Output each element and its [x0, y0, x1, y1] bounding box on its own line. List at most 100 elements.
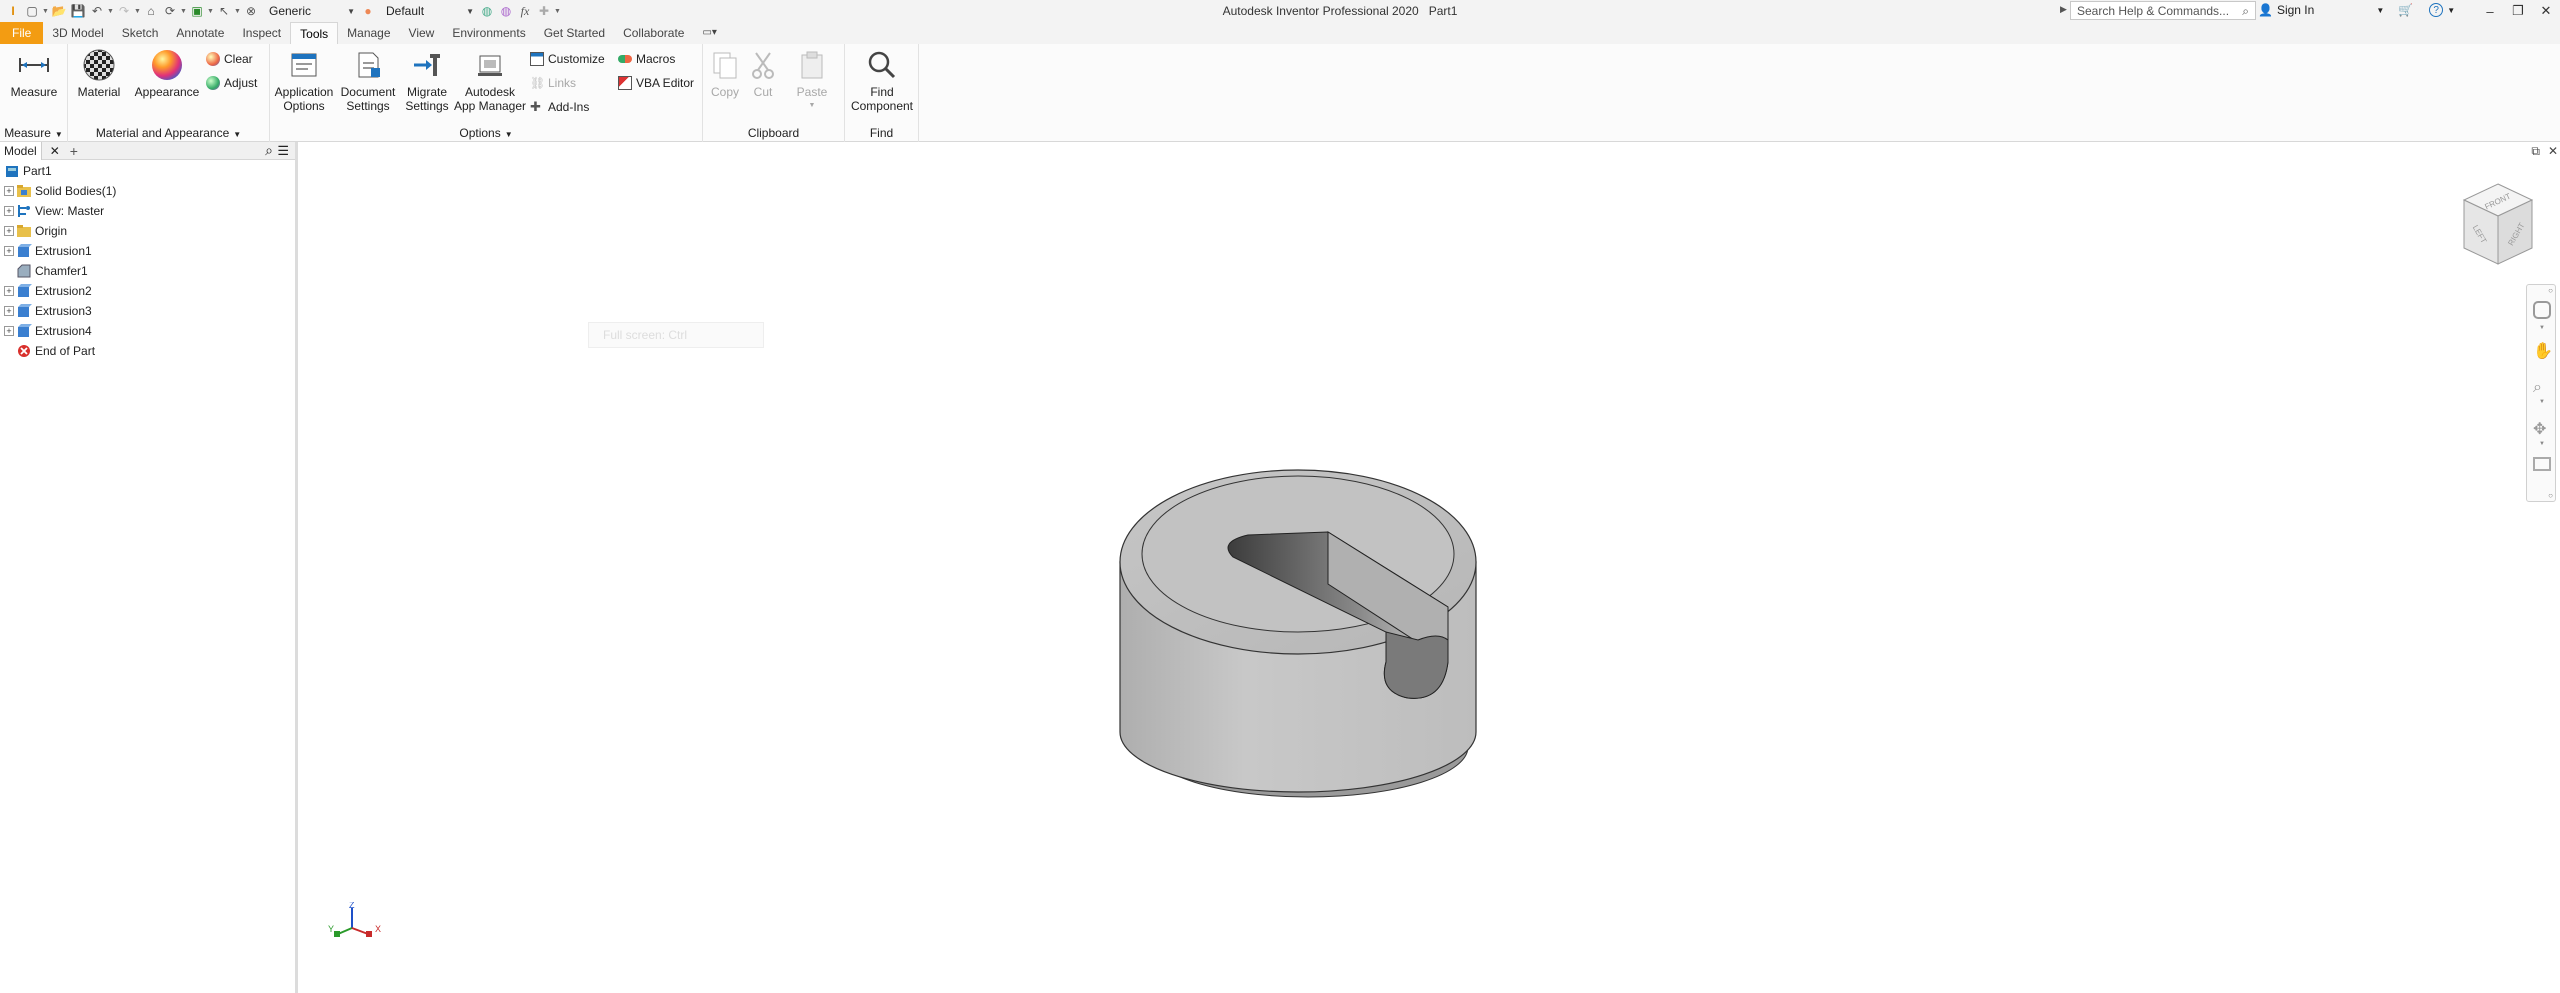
expand-icon[interactable]: + [4, 306, 14, 316]
tab-file[interactable]: File [0, 22, 44, 44]
macros-button[interactable]: Macros [618, 50, 675, 68]
update-dropdown-icon[interactable]: ▼ [180, 8, 188, 15]
help-icon[interactable]: ? [2429, 3, 2444, 17]
expand-icon[interactable]: + [4, 246, 14, 256]
add-ins-button[interactable]: ✚ Add-Ins [530, 98, 589, 116]
tree-item-extrusion4[interactable]: + Extrusion4 [4, 322, 92, 340]
links-button[interactable]: ⛓ Links [530, 74, 576, 92]
cut-button[interactable]: Cut [743, 48, 783, 99]
search-icon[interactable]: ⌕ [265, 142, 273, 159]
sign-in-button[interactable]: 👤 Sign In ▼ 🛒 ? ▼ [2258, 3, 2455, 17]
tab-view[interactable]: View [400, 22, 444, 44]
document-settings-button[interactable]: Document Settings [336, 48, 400, 113]
copy-button[interactable]: Copy [705, 48, 745, 99]
home-icon[interactable]: ⌂ [142, 2, 160, 20]
tree-item-chamfer1[interactable]: Chamfer1 [4, 262, 88, 280]
return-dropdown-icon[interactable]: ▼ [207, 8, 215, 15]
fx-parameters-icon[interactable]: fx [516, 2, 534, 20]
tree-item-end-of-part[interactable]: End of Part [4, 342, 95, 360]
chevron-down-icon[interactable]: ▼ [2376, 6, 2384, 15]
add-browser-tab-icon[interactable]: + [70, 143, 78, 159]
tab-manage[interactable]: Manage [338, 22, 399, 44]
return-icon[interactable]: ▣ [188, 2, 206, 20]
restore-icon[interactable]: ❐ [2504, 0, 2532, 22]
find-component-button[interactable]: Find Component [847, 48, 917, 113]
tree-item-part1[interactable]: Part1 [4, 162, 52, 180]
save-icon[interactable]: 💾 [69, 2, 87, 20]
search-expand-icon[interactable]: ▶ [2060, 4, 2067, 15]
customize-qat-icon[interactable]: ▼ [554, 8, 562, 15]
minimize-icon[interactable]: – [2476, 0, 2504, 22]
3d-model-part[interactable] [1118, 462, 1498, 825]
measure-button[interactable]: Measure [6, 48, 62, 99]
expand-icon[interactable]: + [4, 186, 14, 196]
app-manager-button[interactable]: Autodesk App Manager [452, 48, 528, 113]
tab-sketch[interactable]: Sketch [113, 22, 168, 44]
tree-item-view-master[interactable]: + View: Master [4, 202, 104, 220]
measure-panel-label[interactable]: Measure ▼ [0, 126, 67, 140]
adjust-button[interactable]: Adjust [206, 74, 257, 92]
new-dropdown-icon[interactable]: ▼ [42, 8, 50, 15]
close-icon[interactable]: ✕ [2548, 144, 2558, 159]
tab-get-started[interactable]: Get Started [535, 22, 614, 44]
new-icon[interactable]: ▢ [23, 2, 41, 20]
orbit-icon[interactable]: ✥ [2533, 419, 2546, 439]
add-icon[interactable]: ✚ [535, 2, 553, 20]
close-icon[interactable]: ✕ [50, 144, 60, 158]
undo-icon[interactable]: ↶ [88, 2, 106, 20]
ribbon-display-options-icon[interactable]: ▭▾ [693, 22, 725, 44]
open-icon[interactable]: 📂 [50, 2, 68, 20]
redo-icon[interactable]: ↷ [115, 2, 133, 20]
application-options-button[interactable]: Application Options [272, 48, 336, 113]
navbar-close-icon[interactable]: ○ [2548, 286, 2553, 295]
select-icon[interactable]: ↖ [215, 2, 233, 20]
appearance-combo[interactable]: Default ▼ [382, 3, 478, 20]
graphics-viewport[interactable]: ⧉ ✕ Full screen: Ctrl FRONT RIGHT LEFT ○… [298, 142, 2560, 993]
chevron-down-icon[interactable]: ▼ [2539, 441, 2545, 447]
tab-3d-model[interactable]: 3D Model [43, 22, 112, 44]
expand-icon[interactable]: + [4, 226, 14, 236]
redo-dropdown-icon[interactable]: ▼ [134, 8, 142, 15]
paste-button[interactable]: Paste ▼ [789, 48, 835, 113]
appearance-button[interactable]: Appearance [132, 48, 202, 99]
tab-environments[interactable]: Environments [443, 22, 534, 44]
zoom-icon[interactable]: ⌕ [2533, 379, 2542, 397]
tab-collaborate[interactable]: Collaborate [614, 22, 693, 44]
material-button[interactable]: Material [72, 48, 126, 99]
search-input[interactable]: Search Help & Commands... ⌕ [2070, 1, 2256, 20]
customize-button[interactable]: Customize [530, 50, 605, 68]
tab-tools[interactable]: Tools [290, 22, 339, 44]
tree-item-extrusion3[interactable]: + Extrusion3 [4, 302, 92, 320]
chevron-down-icon[interactable]: ▼ [2447, 6, 2455, 15]
expand-icon[interactable]: + [4, 326, 14, 336]
vba-editor-button[interactable]: VBA Editor [618, 74, 694, 92]
menu-icon[interactable]: ☰ [277, 143, 289, 159]
customize-navbar-icon[interactable]: ○ [2548, 491, 2553, 500]
tree-item-solid-bodies[interactable]: + Solid Bodies(1) [4, 182, 116, 200]
adjust-appearance-icon[interactable]: ◍ [478, 2, 496, 20]
clear-button[interactable]: Clear [206, 50, 253, 68]
inventor-logo-icon[interactable]: I [4, 2, 22, 20]
tab-annotate[interactable]: Annotate [167, 22, 233, 44]
material-combo[interactable]: Generic ▼ [265, 3, 359, 20]
select-dropdown-icon[interactable]: ▼ [234, 8, 242, 15]
tree-item-origin[interactable]: + Origin [4, 222, 67, 240]
chevron-down-icon[interactable]: ▼ [2539, 325, 2545, 331]
clear-appearance-icon[interactable]: ◍ [497, 2, 515, 20]
undo-dropdown-icon[interactable]: ▼ [107, 8, 115, 15]
tree-item-extrusion1[interactable]: + Extrusion1 [4, 242, 92, 260]
cart-icon[interactable]: 🛒 [2398, 3, 2413, 17]
options-panel-label[interactable]: Options ▼ [270, 126, 702, 140]
full-navigation-wheel-icon[interactable] [2533, 301, 2551, 319]
migrate-settings-button[interactable]: Migrate Settings [400, 48, 454, 113]
material-appearance-panel-label[interactable]: Material and Appearance ▼ [68, 126, 269, 140]
tree-item-extrusion2[interactable]: + Extrusion2 [4, 282, 92, 300]
pan-hand-icon[interactable]: ✋ [2533, 341, 2553, 361]
viewcube[interactable]: FRONT RIGHT LEFT [2458, 182, 2538, 271]
tab-model[interactable]: Model [0, 141, 42, 160]
expand-icon[interactable]: + [4, 206, 14, 216]
update-icon[interactable]: ⟳ [161, 2, 179, 20]
maximize-window-icon[interactable]: ⧉ [2531, 144, 2540, 159]
tab-inspect[interactable]: Inspect [233, 22, 290, 44]
chevron-down-icon[interactable]: ▼ [2539, 399, 2545, 405]
